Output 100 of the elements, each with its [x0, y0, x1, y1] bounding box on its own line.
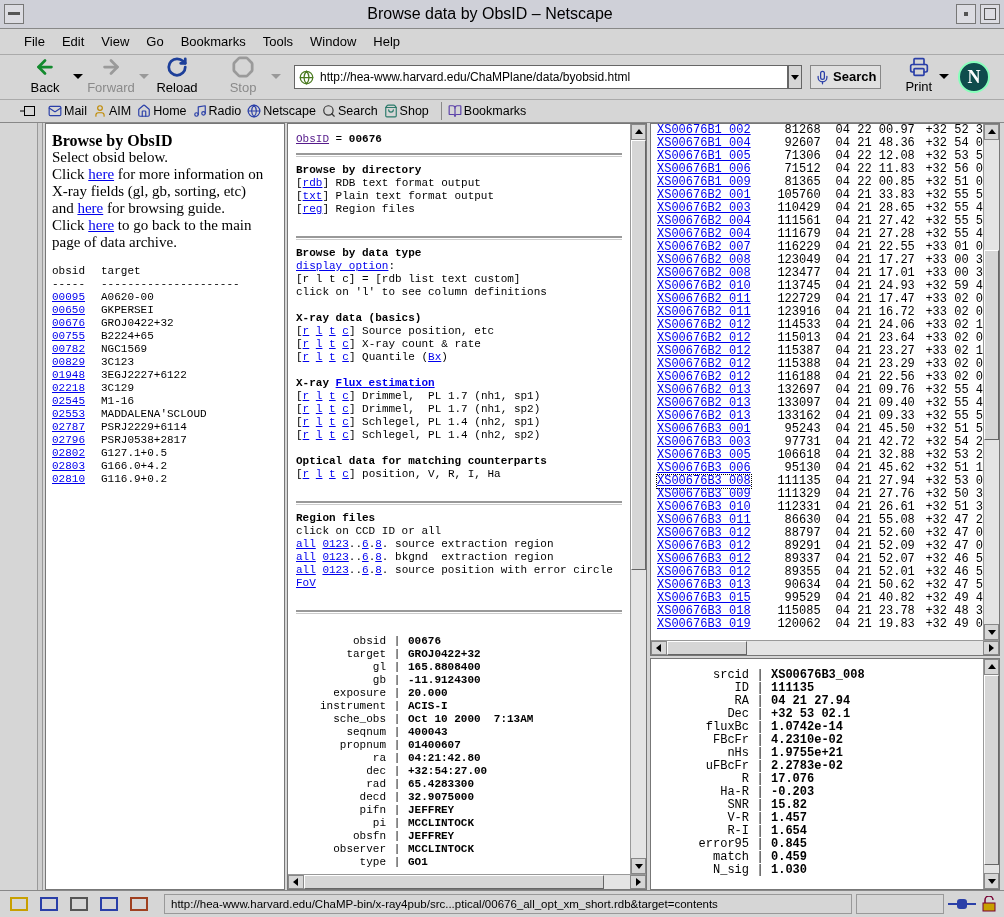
source-link[interactable]: XS00676B1_004 — [657, 137, 751, 150]
link[interactable]: all — [296, 564, 316, 576]
source-link[interactable]: XS00676B2_003 — [657, 202, 751, 215]
vertical-scrollbar[interactable] — [983, 124, 999, 640]
link[interactable]: c — [342, 390, 349, 402]
source-link[interactable]: XS00676B1_009 — [657, 176, 751, 189]
source-link[interactable]: XS00676B3_012 — [657, 566, 751, 579]
link[interactable]: 0123 — [322, 564, 349, 576]
source-link[interactable]: XS00676B1_006 — [657, 163, 751, 176]
scrollbar-thumb[interactable] — [984, 675, 999, 865]
observation-number-link[interactable]: 00095 — [52, 291, 85, 303]
link[interactable]: reg — [302, 203, 323, 215]
link[interactable]: 6 — [362, 564, 369, 576]
observation-number-link[interactable]: 00782 — [52, 343, 85, 355]
source-link[interactable]: XS00676B2_007 — [657, 241, 751, 254]
source-link[interactable]: XS00676B2_013 — [657, 384, 751, 397]
toolbar-link[interactable]: Mail — [48, 101, 87, 121]
url-field[interactable]: http://hea-www.harvard.edu/ChaMPlane/data/byobsid.html — [294, 65, 788, 89]
link[interactable]: 6 — [362, 551, 369, 563]
link[interactable]: 6 — [362, 538, 369, 550]
caret-icon[interactable] — [72, 73, 84, 81]
link[interactable]: 8 — [375, 551, 382, 563]
source-link[interactable]: XS00676B3_011 — [657, 514, 751, 527]
link[interactable]: l — [315, 325, 323, 337]
vertical-scrollbar[interactable] — [630, 124, 646, 874]
observation-number-link[interactable]: 00755 — [52, 330, 85, 342]
toolbar-link[interactable]: Radio — [192, 101, 242, 121]
link[interactable]: here — [88, 166, 115, 182]
minimize-button[interactable] — [956, 4, 976, 24]
source-link[interactable]: XS00676B3_019 — [657, 618, 751, 631]
source-link[interactable]: XS00676B3_012 — [657, 540, 751, 553]
link[interactable]: 0123 — [322, 551, 349, 563]
source-link[interactable]: XS00676B3_010 — [657, 501, 751, 514]
source-link[interactable]: XS00676B3_008 — [657, 475, 751, 488]
padlock-icon[interactable] — [980, 896, 998, 912]
toolbar-link[interactable]: Bookmarks — [447, 101, 527, 121]
source-link[interactable]: XS00676B2_013 — [657, 397, 751, 410]
menu-item[interactable]: Bookmarks — [180, 31, 246, 52]
observation-number-link[interactable]: 02796 — [52, 434, 85, 446]
source-link[interactable]: XS00676B2_004 — [657, 215, 751, 228]
link[interactable]: l — [315, 416, 323, 428]
source-link[interactable]: XS00676B2_012 — [657, 371, 751, 384]
link[interactable]: t — [329, 338, 336, 350]
link[interactable]: l — [315, 338, 323, 350]
link[interactable]: r — [302, 403, 310, 415]
source-link[interactable]: XS00676B3_003 — [657, 436, 751, 449]
scrollbar-thumb[interactable] — [631, 140, 646, 570]
source-link[interactable]: XS00676B3_013 — [657, 579, 751, 592]
link[interactable]: r — [302, 390, 310, 402]
component-icon[interactable] — [38, 896, 60, 912]
link[interactable]: t — [329, 390, 336, 402]
link[interactable]: c — [342, 468, 349, 480]
observation-number-link[interactable]: 02553 — [52, 408, 85, 420]
source-link[interactable]: XS00676B2_010 — [657, 280, 751, 293]
source-link[interactable]: XS00676B3_006 — [657, 462, 751, 475]
search-button[interactable]: Search — [810, 65, 882, 89]
link[interactable]: r — [302, 338, 310, 350]
link[interactable]: c — [342, 403, 349, 415]
sidebar-grip[interactable] — [37, 123, 43, 890]
observation-number-link[interactable]: 02802 — [52, 447, 85, 459]
panel-icon[interactable] — [20, 105, 36, 117]
observation-number-link[interactable]: 02545 — [52, 395, 85, 407]
observation-number-link[interactable]: 02803 — [52, 460, 85, 472]
horizontal-scrollbar[interactable] — [651, 640, 999, 655]
menu-item[interactable]: Go — [146, 31, 164, 52]
source-link[interactable]: XS00676B1_005 — [657, 150, 751, 163]
link[interactable]: c — [342, 338, 349, 350]
source-link[interactable]: XS00676B2_001 — [657, 189, 751, 202]
link[interactable]: t — [329, 429, 336, 441]
link[interactable]: ObsID — [296, 133, 329, 145]
observation-number-link[interactable]: 00829 — [52, 356, 85, 368]
source-link[interactable]: XS00676B2_012 — [657, 345, 751, 358]
source-link[interactable]: XS00676B2_011 — [657, 306, 751, 319]
link[interactable]: c — [342, 325, 349, 337]
toolbar-button[interactable]: Reload — [152, 56, 202, 98]
link[interactable]: r — [302, 351, 310, 363]
toolbar-link[interactable]: Search — [322, 101, 378, 121]
link[interactable]: display option — [296, 260, 389, 272]
link[interactable]: r — [302, 416, 310, 428]
source-link[interactable]: XS00676B3_015 — [657, 592, 751, 605]
source-link[interactable]: XS00676B2_008 — [657, 267, 751, 280]
toolbar-link[interactable]: AIM — [92, 101, 132, 121]
link[interactable]: l — [315, 390, 323, 402]
horizontal-scrollbar[interactable] — [288, 874, 646, 889]
print-button[interactable]: Print — [905, 57, 933, 97]
window-menu-button[interactable] — [4, 4, 24, 24]
link[interactable]: t — [329, 403, 336, 415]
link[interactable]: 8 — [375, 564, 382, 576]
component-icon[interactable] — [128, 896, 150, 912]
component-icon[interactable] — [68, 896, 90, 912]
link[interactable]: t — [329, 468, 336, 480]
link[interactable]: c — [342, 429, 349, 441]
observation-number-link[interactable]: 02810 — [52, 473, 85, 485]
observation-number-link[interactable]: 02218 — [52, 382, 85, 394]
toolbar-link[interactable]: Netscape — [247, 101, 316, 121]
link[interactable]: t — [329, 325, 336, 337]
link[interactable]: l — [315, 351, 323, 363]
link[interactable]: c — [342, 416, 349, 428]
menu-item[interactable]: Help — [373, 31, 401, 52]
link[interactable]: all — [296, 551, 316, 563]
